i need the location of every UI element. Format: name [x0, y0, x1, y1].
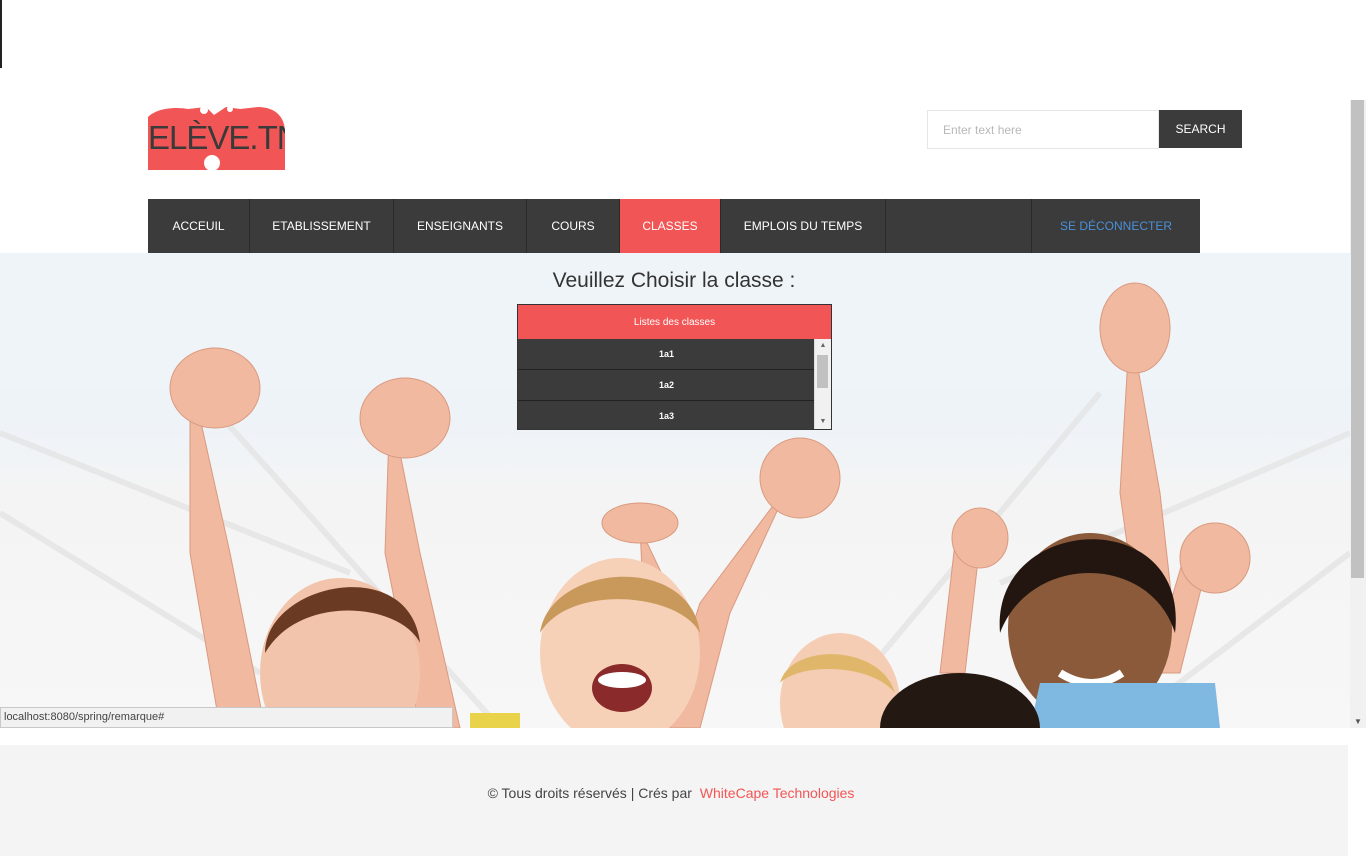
copyright-text: © Tous droits réservés | Crés par [487, 785, 692, 801]
nav-item-classes[interactable]: CLASSES [620, 199, 721, 253]
browser-status-url: localhost:8080/spring/remarque# [0, 707, 453, 728]
nav-item-acceuil[interactable]: ACCEUIL [148, 199, 250, 253]
class-list-title: Listes des classes [518, 305, 831, 339]
scroll-up-icon[interactable]: ▲ [815, 339, 831, 353]
nav-item-etablissement[interactable]: ETABLISSEMENT [250, 199, 394, 253]
footer-text: © Tous droits réservés | Crés par WhiteC… [0, 785, 1342, 801]
list-item[interactable]: 1a3 [518, 401, 815, 429]
nav-item-cours[interactable]: COURS [527, 199, 620, 253]
logo-text: ELÈVE.TN [148, 119, 285, 156]
company-link[interactable]: WhiteCape Technologies [700, 785, 855, 801]
nav-item-enseignants[interactable]: ENSEIGNANTS [394, 199, 527, 253]
search-input[interactable] [927, 110, 1159, 149]
page-heading: Veuillez Choisir la classe : [552, 269, 796, 292]
page-scroll-thumb[interactable] [1351, 100, 1364, 578]
search-button[interactable]: SEARCH [1159, 110, 1242, 148]
site-logo[interactable]: ELÈVE.TN [148, 107, 285, 170]
class-list-scrollbar[interactable]: ▲ ▼ [814, 339, 831, 429]
scroll-down-icon[interactable]: ▼ [1350, 717, 1366, 726]
window-edge-mark [0, 0, 2, 68]
class-list[interactable]: 1a1 1a2 1a3 ▲ ▼ [518, 339, 831, 429]
list-item[interactable]: 1a2 [518, 370, 815, 401]
class-list-box: Listes des classes 1a1 1a2 1a3 ▲ ▼ [517, 304, 832, 430]
nav-item-emplois-du-temps[interactable]: EMPLOIS DU TEMPS [721, 199, 886, 253]
page-scrollbar[interactable]: ▼ [1350, 100, 1366, 728]
logout-link[interactable]: SE DÉCONNECTER [1030, 199, 1200, 253]
scroll-thumb[interactable] [817, 355, 828, 388]
main-nav: ACCEUIL ETABLISSEMENT ENSEIGNANTS COURS … [148, 199, 1200, 253]
footer: © Tous droits réservés | Crés par WhiteC… [0, 745, 1348, 856]
scroll-down-icon[interactable]: ▼ [815, 415, 831, 429]
list-item[interactable]: 1a1 [518, 339, 815, 370]
